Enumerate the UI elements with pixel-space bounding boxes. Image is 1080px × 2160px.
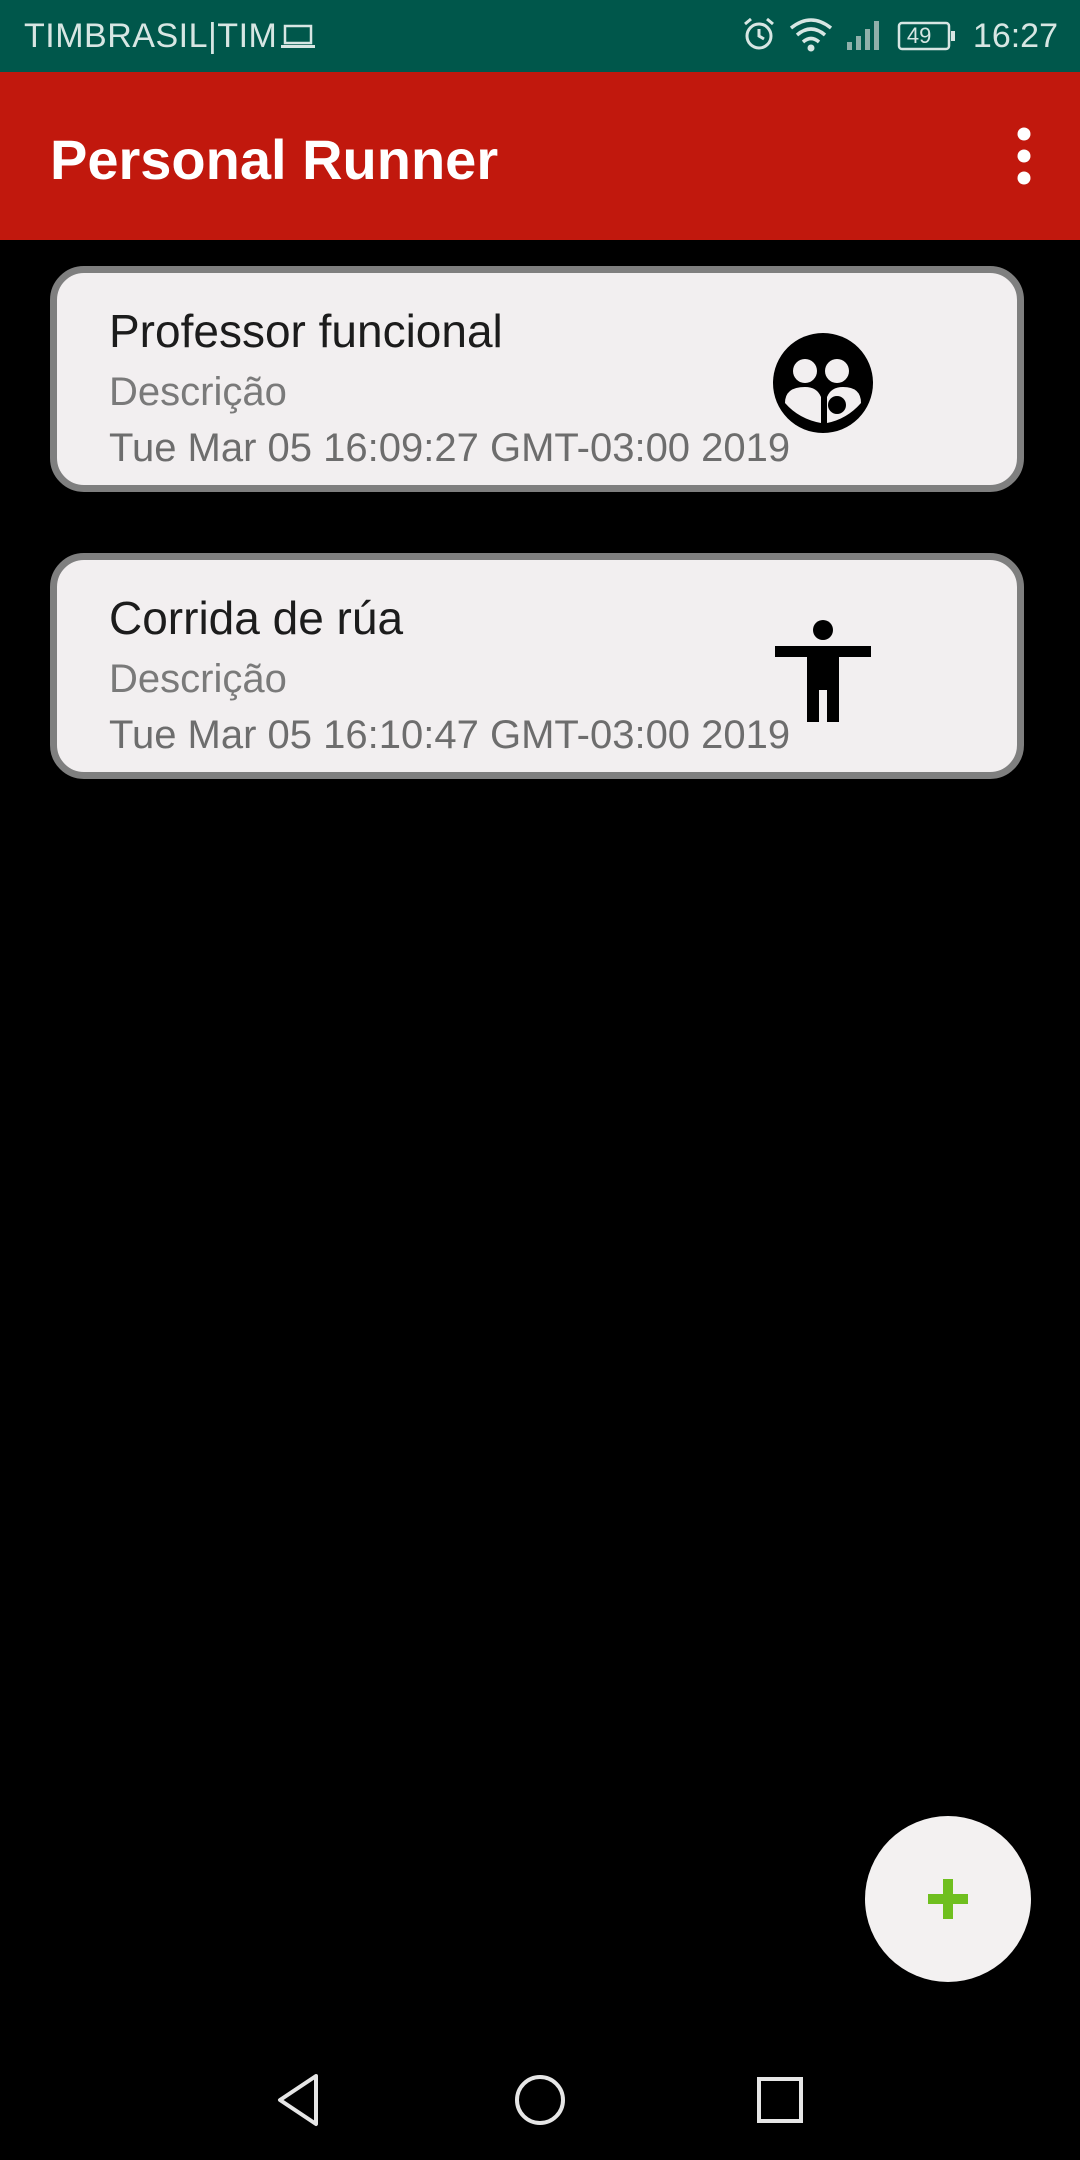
- app-title: Personal Runner: [50, 128, 499, 191]
- accessibility-icon: [771, 618, 875, 722]
- wifi-icon: [789, 16, 833, 57]
- screen: TIMBRASIL|TIM 49 16:27 Personal Runner P…: [0, 0, 1080, 2160]
- activity-date: Tue Mar 05 16:10:47 GMT-03:00 2019: [109, 713, 791, 757]
- status-bar: TIMBRASIL|TIM 49 16:27: [0, 0, 1080, 72]
- battery-level: 49: [906, 23, 932, 48]
- back-button[interactable]: [270, 2070, 330, 2130]
- group-icon: [771, 331, 875, 435]
- activity-card[interactable]: Professor funcional Descrição Tue Mar 05…: [50, 266, 1024, 492]
- overflow-menu-button[interactable]: [988, 116, 1060, 196]
- add-activity-button[interactable]: [865, 1816, 1031, 1982]
- app-bar: Personal Runner: [0, 72, 1080, 240]
- carrier-label: TIMBRASIL|TIM: [24, 17, 278, 55]
- back-icon: [278, 2074, 318, 2126]
- navigation-bar: [0, 2030, 1080, 2160]
- plus-icon: [928, 1879, 968, 1919]
- activity-description: Descrição: [109, 370, 287, 414]
- activity-description: Descrição: [109, 657, 287, 701]
- activity-title: Professor funcional: [109, 305, 503, 357]
- battery-icon: 49: [897, 20, 957, 52]
- more-vert-icon: [1017, 127, 1031, 185]
- activity-title: Corrida de rúa: [109, 592, 404, 644]
- laptop-icon: [280, 24, 316, 50]
- home-button[interactable]: [510, 2070, 570, 2130]
- home-icon: [515, 2075, 565, 2125]
- activity-date: Tue Mar 05 16:09:27 GMT-03:00 2019: [109, 426, 791, 470]
- clock: 16:27: [972, 16, 1058, 55]
- recents-button[interactable]: [750, 2070, 810, 2130]
- signal-icon: [845, 16, 885, 57]
- activity-card[interactable]: Corrida de rúa Descrição Tue Mar 05 16:1…: [50, 553, 1024, 779]
- recents-icon: [757, 2077, 803, 2123]
- alarm-icon: [741, 16, 777, 57]
- status-icons: 49 16:27: [729, 14, 1058, 58]
